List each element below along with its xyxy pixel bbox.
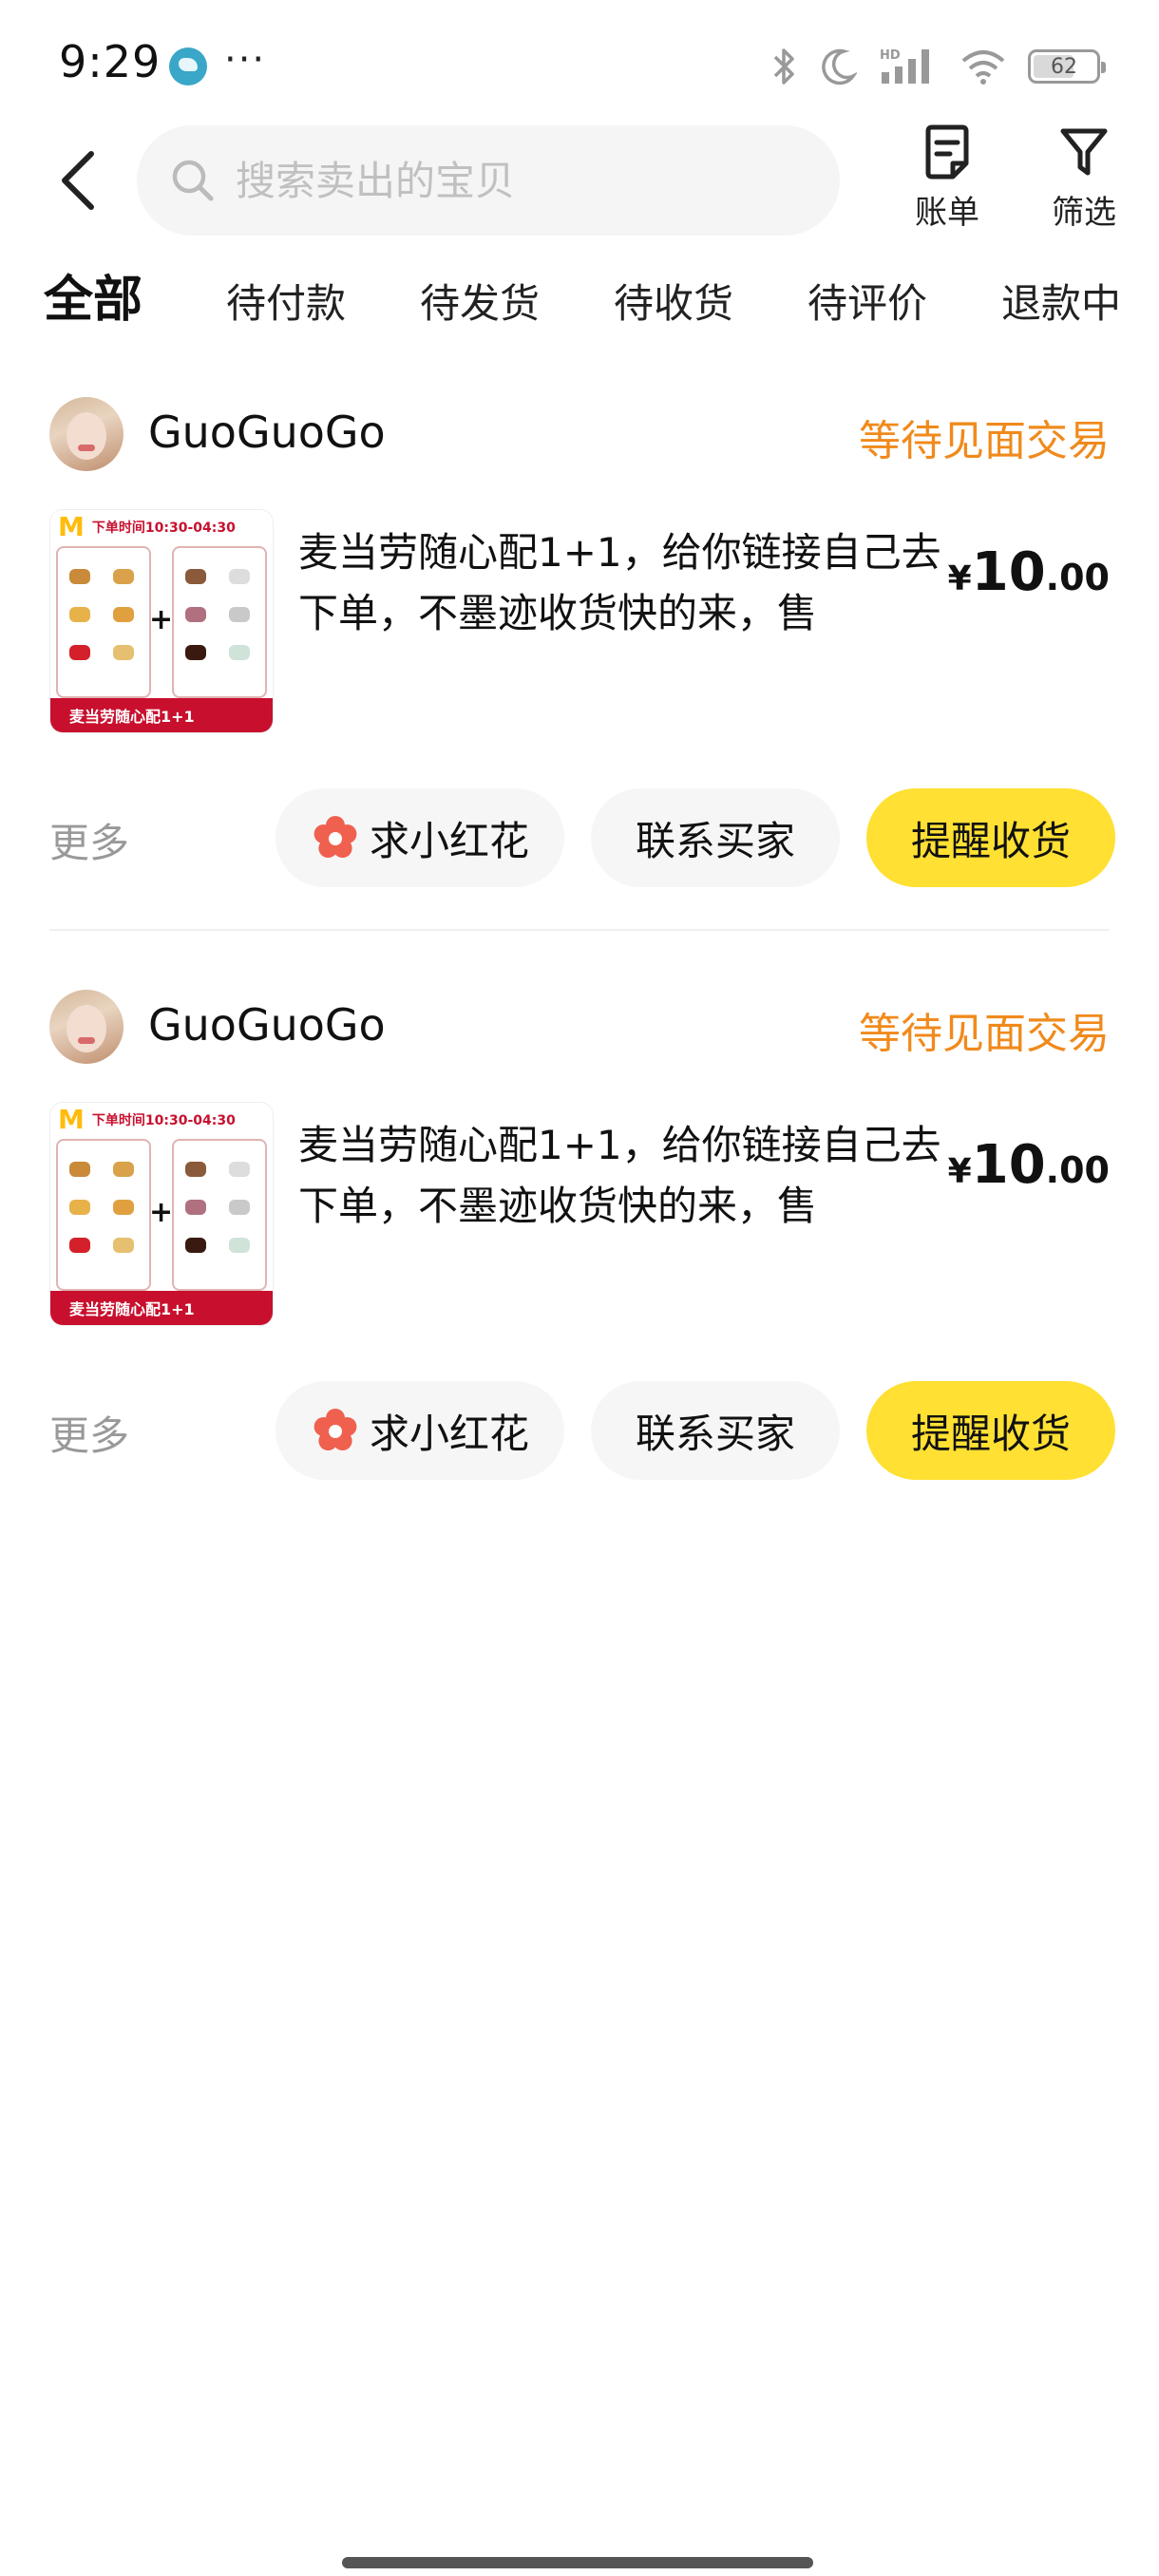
bluetooth-icon [773,48,794,85]
back-button[interactable] [51,142,108,218]
home-indicator[interactable] [342,2557,813,2568]
moon-icon [822,48,857,85]
wifi-icon [961,50,1005,85]
request-flower-button[interactable]: 求小红花 [276,788,564,887]
search-icon [172,160,214,201]
thumb-drink-box [172,546,267,698]
thumb-time: 下单时间10:30-04:30 [91,1113,236,1128]
status-icons: HD 62 [770,38,1106,95]
price-integer: 10 [971,541,1046,603]
header: 账单 筛选 [0,123,1159,247]
app-notification-icon [169,47,207,85]
thumb-plus: + [149,1196,174,1229]
filter-button[interactable]: 筛选 [1032,123,1136,237]
seller-name[interactable]: GuoGuoGo [148,407,386,458]
contact-buyer-button[interactable]: 联系买家 [591,1381,840,1480]
mcdonalds-logo-icon: M [58,1104,85,1135]
divider [49,929,1110,931]
tab-pending-receipt[interactable]: 待收货 [614,266,733,342]
thumb-time: 下单时间10:30-04:30 [91,521,236,536]
price-currency: ¥ [947,1152,972,1191]
bill-label: 账单 [915,194,979,232]
order-status: 等待见面交易 [859,1010,1110,1058]
price-integer: 10 [971,1134,1046,1196]
search-bar[interactable] [137,125,840,236]
red-flower-icon [314,816,357,858]
filter-icon [1060,128,1108,176]
order-tabs: 全部 待付款 待发货 待收货 待评价 退款中 [0,266,1159,361]
price-decimal: .00 [1045,557,1110,598]
product-title[interactable]: 麦当劳随心配1+1，给你链接自己去下单，不墨迹收货快的来，售 [298,1115,944,1237]
bill-icon [925,124,969,180]
order-card[interactable]: GuoGuoGo 等待见面交易 M 下单时间10:30-04:30 + 麦当劳随心… [0,397,1159,931]
contact-buyer-button[interactable]: 联系买家 [591,788,840,887]
request-flower-button[interactable]: 求小红花 [276,1381,564,1480]
thumb-food-box [56,546,151,698]
filter-label: 筛选 [1052,194,1116,232]
order-card[interactable]: GuoGuoGo 等待见面交易 M 下单时间10:30-04:30 + 麦当劳随心… [0,990,1159,1522]
svg-text:HD: HD [880,48,901,63]
remind-receipt-button[interactable]: 提醒收货 [866,1381,1115,1480]
thumb-plus: + [149,603,174,636]
product-price: ¥10.00 [948,1134,1110,1196]
chevron-left-icon [62,151,94,210]
product-thumbnail[interactable]: M 下单时间10:30-04:30 + 麦当劳随心配1+1 [49,1102,274,1326]
thumb-band-text: 麦当劳随心配1+1 [69,1300,195,1318]
mcdonalds-logo-icon: M [58,511,85,542]
tab-all[interactable]: 全部 [42,262,145,338]
thumb-band-text: 麦当劳随心配1+1 [69,708,195,726]
product-price: ¥10.00 [948,541,1110,603]
tab-pending-shipment[interactable]: 待发货 [420,266,540,342]
remind-receipt-button[interactable]: 提醒收货 [866,788,1115,887]
tab-all-label: 全部 [44,272,143,329]
status-time: 9:29 [59,36,162,87]
status-bar: 9:29 ··· HD 62 [0,0,1159,123]
thumb-food-box [56,1139,151,1291]
seller-name[interactable]: GuoGuoGo [148,999,386,1051]
product-thumbnail[interactable]: M 下单时间10:30-04:30 + 麦当劳随心配1+1 [49,509,274,733]
tab-pending-review[interactable]: 待评价 [808,266,927,342]
more-button[interactable]: 更多 [49,811,129,869]
more-button[interactable]: 更多 [49,1404,129,1462]
search-input[interactable] [236,157,730,204]
tab-refunding[interactable]: 退款中 [1001,266,1121,342]
signal-icon: HD [880,48,929,84]
thumb-drink-box [172,1139,267,1291]
request-flower-label: 求小红花 [369,1410,529,1457]
tab-pending-payment[interactable]: 待付款 [226,266,346,342]
price-currency: ¥ [947,559,972,598]
price-decimal: .00 [1045,1149,1110,1191]
product-title[interactable]: 麦当劳随心配1+1，给你链接自己去下单，不墨迹收货快的来，售 [298,522,944,644]
bill-button[interactable]: 账单 [895,123,999,237]
request-flower-label: 求小红花 [369,817,529,864]
order-status: 等待见面交易 [859,417,1110,465]
avatar[interactable] [49,990,124,1064]
red-flower-icon [314,1409,357,1450]
more-notifications-icon: ··· [224,38,267,82]
avatar[interactable] [49,397,124,471]
battery-icon: 62 [1028,49,1106,84]
battery-level: 62 [1051,54,1077,79]
